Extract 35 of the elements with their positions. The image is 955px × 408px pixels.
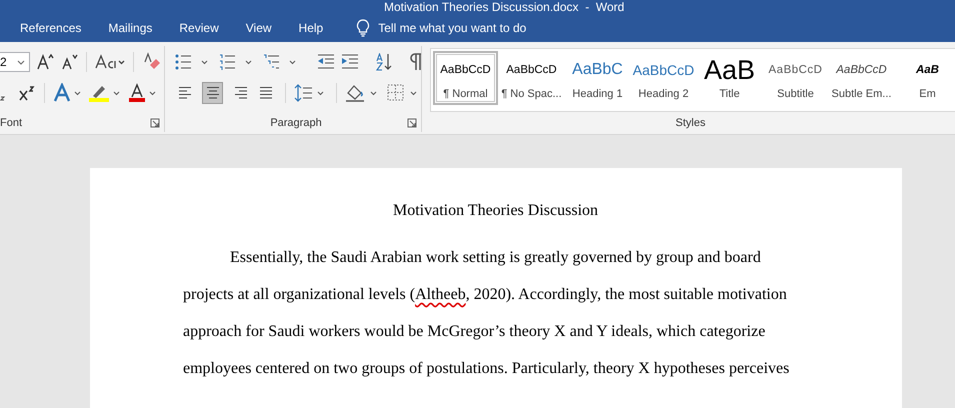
show-formatting-marks-icon[interactable] [409,53,423,71]
paragraph-line: Essentially, the Saudi Arabian work setting is greatly governed by group and board [229,248,761,268]
dialog-launcher-icon[interactable] [407,118,417,128]
paragraph-line: employees centered on two groups of postulations. Particularly, theory X hypotheses perceives [183,359,790,379]
tell-me-search-field[interactable]: Tell me what you want to do [376,19,580,37]
font-size-field[interactable]: 2 [0,52,30,72]
window-title: Motivation Theories Discussion.docx - Word [384,0,624,14]
alignment-icon [258,86,275,100]
ribbon-tab[interactable]: Review [169,14,229,42]
change-case-icon[interactable] [95,53,125,71]
ribbon-tab[interactable]: Help [288,14,334,42]
ribbon-tab[interactable]: Mailings [98,14,162,42]
ribbon-tab[interactable]: View [236,14,282,42]
style-item[interactable]: AaBbCcD ¶ Normal [433,51,498,105]
caret-icon [17,60,25,64]
dialog-launcher-icon[interactable] [150,118,160,128]
alignment-icon [178,86,194,100]
ribbon-tab[interactable]: References [10,14,92,42]
text-effects-icon[interactable] [53,83,83,103]
increase-indent-icon[interactable] [341,54,359,70]
group-label: Paragraph [270,117,322,129]
decrease-indent-icon[interactable] [317,54,335,70]
shrink-font-icon[interactable] [60,53,78,71]
paragraph-line: projects at all organizational levels (Altheeb, 2020). Accordingly, the most suitable motivation [183,285,787,305]
document-title: Motivation Theories Discussion [392,201,600,221]
paragraph-line: approach for Saudi workers would be McGregor’s theory X and Y ideals, which categorize [183,322,766,342]
group-label: Styles [676,117,706,129]
clear-formatting-icon[interactable] [142,52,162,72]
alignment-icon [204,86,221,100]
sort-icon[interactable] [375,53,393,71]
group-label: Font [0,117,22,129]
align-center-button[interactable] [202,82,224,104]
superscript-icon[interactable] [18,84,36,102]
grow-font-icon[interactable] [36,53,54,71]
lightbulb-icon [356,19,370,37]
